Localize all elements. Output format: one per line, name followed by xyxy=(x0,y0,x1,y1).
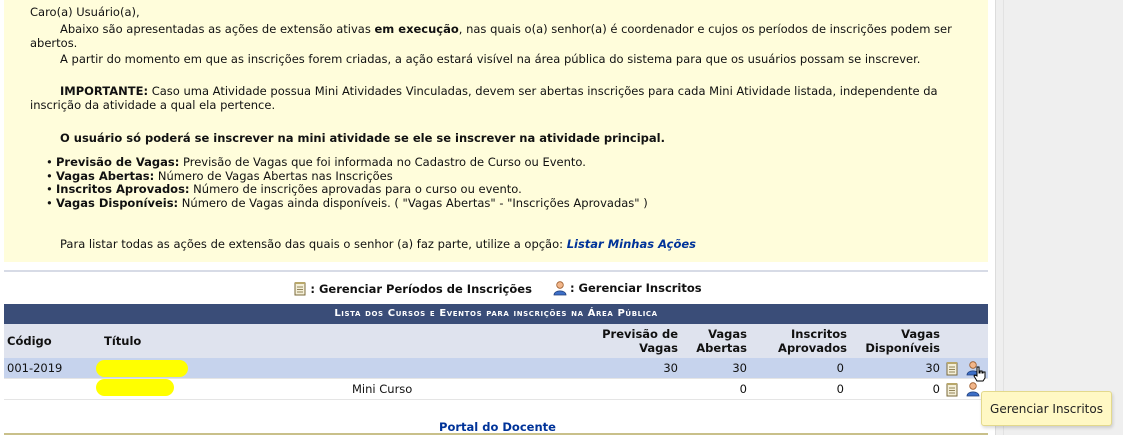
visibility-paragraph: A partir do momento em que as inscrições… xyxy=(60,52,921,66)
table-row[interactable]: Mini Curso 0 0 0 xyxy=(4,379,988,400)
portal-link[interactable]: Portal do Docente xyxy=(0,420,995,434)
bullet-aprovados: Inscritos Aprovados: Número de inscriçõe… xyxy=(46,182,956,196)
bold-note: O usuário só poderá se inscrever na mini… xyxy=(60,131,665,145)
col-previsao: Previsão de Vagas xyxy=(602,327,678,355)
bullet-previsao: Previsão de Vagas: Previsão de Vagas que… xyxy=(46,155,956,169)
col-disponiveis: Vagas Disponíveis xyxy=(865,327,940,355)
important-paragraph: IMPORTANTE: Caso uma Atividade possua Mi… xyxy=(60,84,938,98)
cell-abertas: 30 xyxy=(732,361,747,375)
cell-abertas: 0 xyxy=(739,382,747,396)
legend-periods: : Gerenciar Períodos de Inscrições xyxy=(293,281,532,296)
tooltip: Gerenciar Inscritos xyxy=(981,391,1112,426)
col-aprovados: Inscritos Aprovados xyxy=(778,327,847,355)
redacted-title xyxy=(96,360,188,377)
cell-disponiveis: 30 xyxy=(925,361,940,375)
manage-periods-icon[interactable] xyxy=(945,382,960,397)
cell-aprovados: 0 xyxy=(836,361,844,375)
list-my-actions-link[interactable]: Listar Minhas Ações xyxy=(567,237,696,251)
important-paragraph-cont: inscrição da atividade a qual ela perten… xyxy=(30,98,276,112)
cell-titulo: Mini Curso xyxy=(352,382,413,396)
scroll-gutter xyxy=(995,0,1123,435)
notepad-icon xyxy=(294,282,306,296)
icon-legend: : Gerenciar Períodos de Inscrições : Ger… xyxy=(0,280,995,299)
gutter-divider xyxy=(1003,0,1004,435)
cell-disponiveis: 0 xyxy=(932,382,940,396)
greeting-text: Caro(a) Usuário(a), xyxy=(30,5,140,19)
redacted-title xyxy=(96,379,174,396)
bullet-disponiveis: Vagas Disponíveis: Número de Vagas ainda… xyxy=(46,196,956,210)
cell-previsao: 30 xyxy=(663,361,678,375)
manage-periods-icon[interactable] xyxy=(945,361,960,376)
instructions-panel: Caro(a) Usuário(a), Abaixo são apresenta… xyxy=(4,0,988,262)
table-caption: Lista dos Cursos e Eventos para inscriçõ… xyxy=(4,304,988,324)
user-icon xyxy=(553,281,567,296)
cell-codigo: 001-2019 xyxy=(7,361,63,375)
list-prompt: Para listar todas as ações de extensão d… xyxy=(60,237,697,251)
courses-table: Lista dos Cursos e Eventos para inscriçõ… xyxy=(4,304,988,400)
intro-paragraph: Abaixo são apresentadas as ações de exte… xyxy=(60,22,952,36)
cell-aprovados: 0 xyxy=(836,382,844,396)
col-codigo: Código xyxy=(7,334,52,348)
bullet-abertas: Vagas Abertas: Número de Vagas Abertas n… xyxy=(46,169,956,183)
table-row[interactable]: 001-2019 30 30 0 30 xyxy=(4,358,988,382)
manage-inscritos-icon[interactable] xyxy=(965,381,981,397)
col-titulo: Título xyxy=(104,334,142,348)
intro-paragraph-cont: abertos. xyxy=(30,36,78,50)
col-abertas: Vagas Abertas xyxy=(696,327,747,355)
table-header: Código Título Previsão de Vagas Vagas Aber… xyxy=(4,324,988,358)
legend-inscritos: : Gerenciar Inscritos xyxy=(552,280,702,296)
separator xyxy=(4,270,988,272)
